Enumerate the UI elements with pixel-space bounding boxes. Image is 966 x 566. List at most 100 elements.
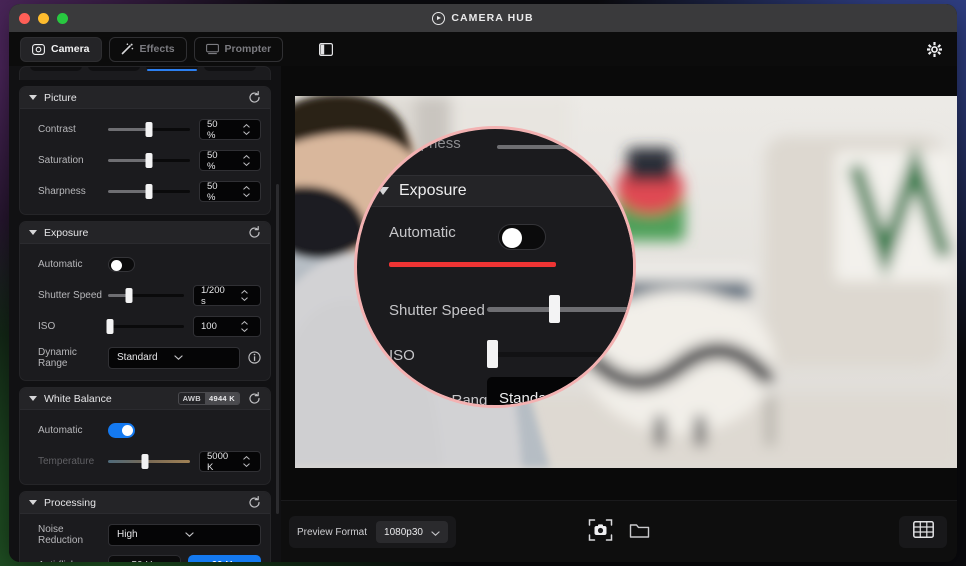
app-body: Picture Contrast 50 % Saturation 50 % Sh…: [9, 66, 957, 562]
white-balance-automatic-toggle[interactable]: [108, 423, 135, 438]
section-processing-body: Noise Reduction High Anti-flicker: [20, 514, 270, 562]
row-temperature-label: Temperature: [38, 456, 95, 467]
wand-icon: [121, 43, 134, 55]
row-noise-reduction-label: Noise Reduction: [38, 523, 84, 546]
saturation-value-field[interactable]: 50 %: [199, 149, 261, 172]
section-white-balance-header[interactable]: White Balance AWB 4944 K: [20, 388, 270, 410]
title-bar: CAMERA HUB: [9, 4, 957, 32]
row-wb-automatic-label: Automatic: [38, 425, 83, 436]
sidebar-toggle-icon[interactable]: [317, 40, 335, 58]
chevron-down-icon[interactable]: [184, 529, 253, 540]
clipped-section-above: [19, 66, 271, 80]
contrast-slider[interactable]: [108, 122, 190, 138]
exposure-automatic-toggle[interactable]: [108, 257, 135, 272]
camera-icon: [32, 43, 45, 55]
magnified-dynamic-range-value: Standard: [499, 389, 560, 407]
tab-effects-label: Effects: [139, 43, 175, 55]
sharpness-value-field[interactable]: 50 %: [199, 180, 261, 203]
gear-icon[interactable]: [925, 40, 943, 58]
row-saturation: Saturation 50 %: [20, 145, 270, 176]
camera-shutter-icon[interactable]: [588, 519, 613, 546]
chevron-down-icon[interactable]: [29, 230, 37, 235]
sharpness-slider[interactable]: [108, 184, 190, 200]
magnified-exposure-title: Exposure: [399, 182, 467, 199]
chevron-down-icon[interactable]: [174, 352, 231, 363]
tab-effects[interactable]: Effects: [108, 36, 187, 62]
traffic-lights: [19, 13, 68, 24]
temperature-slider[interactable]: [108, 454, 190, 470]
section-picture-header[interactable]: Picture: [20, 87, 270, 109]
awb-badge: AWB 4944 K: [177, 392, 240, 405]
row-anti-flicker-label: Anti-flicker: [29, 560, 108, 562]
chevron-down-icon[interactable]: [29, 95, 37, 100]
section-processing-header[interactable]: Processing: [20, 492, 270, 514]
magnified-exposure-body: Automatic Shutter Speed ISO Dynamic Rang…: [363, 207, 633, 407]
shutter-speed-slider[interactable]: [108, 288, 184, 304]
dynamic-range-select[interactable]: Standard: [108, 346, 240, 369]
minimize-button[interactable]: [38, 13, 49, 24]
info-icon[interactable]: [248, 351, 261, 364]
reset-icon[interactable]: [248, 392, 261, 405]
contrast-value: 50 %: [207, 118, 218, 141]
row-saturation-label: Saturation: [38, 155, 84, 166]
row-contrast-label: Contrast: [38, 124, 76, 135]
anti-flicker-60hz-button[interactable]: 60 Hz: [188, 554, 261, 562]
zoom-button[interactable]: [57, 13, 68, 24]
app-title: CAMERA HUB: [432, 11, 534, 25]
tab-camera[interactable]: Camera: [20, 36, 102, 62]
sidebar-scrollbar[interactable]: [276, 184, 279, 514]
row-exposure-automatic: Automatic: [20, 249, 270, 280]
row-anti-flicker: Anti-flicker 50 Hz 60 Hz: [20, 550, 270, 562]
temperature-value-field[interactable]: 5000 K: [199, 451, 261, 473]
preview-format-select[interactable]: 1080p30: [376, 521, 448, 543]
tab-bar: Camera Effects Prompter: [20, 36, 284, 62]
row-sharpness: Sharpness 50 %: [20, 176, 270, 207]
row-dynamic-range: Dynamic Range Standard: [20, 342, 270, 373]
preview-area: Sharpness Exposure Automatic Shutter Spe…: [281, 66, 957, 562]
section-white-balance-title: White Balance: [44, 392, 112, 405]
chevron-down-icon[interactable]: [29, 500, 37, 505]
app-title-text: CAMERA HUB: [451, 12, 534, 24]
chevron-down-icon: [377, 187, 389, 195]
saturation-slider[interactable]: [108, 153, 190, 169]
saturation-stepper[interactable]: [229, 155, 261, 166]
reset-icon[interactable]: [248, 496, 261, 509]
iso-slider[interactable]: [106, 319, 184, 335]
sharpness-stepper[interactable]: [229, 186, 261, 197]
chevron-down-icon[interactable]: [29, 396, 37, 401]
saturation-value: 50 %: [207, 149, 218, 172]
anti-flicker-50hz-button[interactable]: 50 Hz: [108, 554, 181, 562]
preview-format-value: 1080p30: [384, 526, 423, 538]
section-exposure-header[interactable]: Exposure: [20, 222, 270, 244]
anti-flicker-segments: 50 Hz 60 Hz: [108, 554, 261, 562]
close-button[interactable]: [19, 13, 30, 24]
section-exposure-title: Exposure: [44, 226, 89, 239]
section-processing: Processing Noise Reduction High: [19, 491, 271, 562]
sharpness-value: 50 %: [207, 180, 218, 203]
temperature-stepper[interactable]: [229, 456, 261, 467]
folder-icon[interactable]: [629, 522, 650, 544]
row-wb-automatic: Automatic: [20, 415, 270, 446]
tab-prompter[interactable]: Prompter: [193, 36, 284, 62]
contrast-value-field[interactable]: 50 %: [199, 118, 261, 141]
reset-icon[interactable]: [248, 226, 261, 239]
magnified-sharpness-track: [497, 145, 633, 149]
iso-value-field[interactable]: 100: [193, 316, 261, 337]
shutter-speed-value-field[interactable]: 1/200 s: [193, 285, 261, 307]
active-tab-indicator: [147, 69, 197, 71]
section-white-balance-body: Automatic Temperature 5000 K: [20, 410, 270, 484]
section-exposure-body: Automatic Shutter Speed 1/200 s ISO 100 …: [20, 244, 270, 380]
grid-overlay-button[interactable]: [899, 516, 947, 548]
section-white-balance: White Balance AWB 4944 K Automatic Tempe…: [19, 387, 271, 485]
noise-reduction-select[interactable]: High: [108, 523, 261, 546]
magnified-dynamic-range-select: Standard: [487, 377, 633, 407]
magnified-sharpness-label: Sharpness: [389, 135, 461, 152]
iso-value: 100: [201, 321, 217, 332]
reset-icon[interactable]: [248, 91, 261, 104]
row-shutter-speed-label: Shutter Speed: [38, 290, 102, 301]
contrast-stepper[interactable]: [229, 124, 261, 135]
shutter-speed-stepper[interactable]: [226, 290, 261, 301]
sidebar-scroll-content: Picture Contrast 50 % Saturation 50 % Sh…: [17, 66, 273, 562]
iso-stepper[interactable]: [226, 321, 261, 332]
chevron-down-icon[interactable]: [431, 523, 440, 541]
